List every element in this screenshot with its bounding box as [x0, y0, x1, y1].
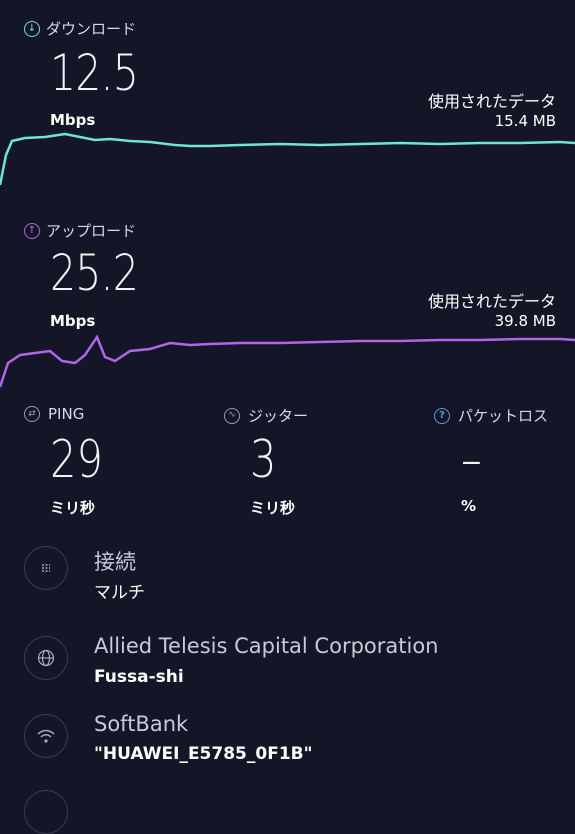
jitter-value: 3	[250, 430, 277, 490]
download-label: ↓ ダウンロード	[24, 18, 136, 39]
ping-unit: ミリ秒	[50, 499, 96, 517]
connection-title: 接続	[94, 550, 136, 574]
provider-title: Allied Telesis Capital Corporation	[94, 634, 439, 658]
jitter-label: ∿ ジッター	[224, 405, 308, 426]
packet-loss-label-text: パケットロス	[458, 407, 549, 425]
provider-sub: Fussa-shi	[94, 667, 184, 687]
upload-graph-line	[0, 334, 575, 388]
ping-icon: ⇄	[24, 406, 40, 422]
download-used-label: 使用されたデータ	[427, 92, 556, 111]
download-speed-value: 12.5	[50, 44, 139, 102]
upload-label-text: アップロード	[46, 222, 137, 240]
network-sub: "HUAWEI_E5785_0F1B"	[94, 744, 313, 764]
upload-speed-value: 25.2	[50, 244, 139, 302]
packet-loss-label[interactable]: ? パケットロス	[434, 405, 548, 426]
ping-label-text: PING	[48, 405, 85, 423]
server-icon	[24, 790, 68, 834]
download-arrow-icon: ↓	[24, 20, 40, 37]
upload-used-label: 使用されたデータ	[427, 292, 556, 311]
upload-arrow-icon: ↑	[24, 222, 40, 239]
ping-value: 29	[50, 430, 103, 490]
jitter-unit: ミリ秒	[250, 499, 296, 517]
jitter-icon: ∿	[224, 407, 240, 424]
wifi-icon	[24, 714, 68, 758]
upload-graph	[0, 334, 575, 388]
download-graph	[0, 132, 575, 186]
connection-sub: マルチ	[94, 583, 145, 603]
help-icon[interactable]: ?	[434, 407, 450, 424]
upload-label: ↑ アップロード	[24, 220, 136, 241]
ping-label: ⇄ PING	[24, 405, 84, 423]
packet-loss-value: –	[461, 430, 482, 490]
jitter-label-text: ジッター	[248, 407, 309, 425]
network-title: SoftBank	[94, 712, 189, 736]
download-label-text: ダウンロード	[46, 20, 137, 38]
globe-icon	[24, 636, 68, 680]
connection-icon	[24, 546, 68, 590]
packet-loss-unit: %	[461, 497, 477, 515]
download-graph-line	[0, 132, 575, 186]
